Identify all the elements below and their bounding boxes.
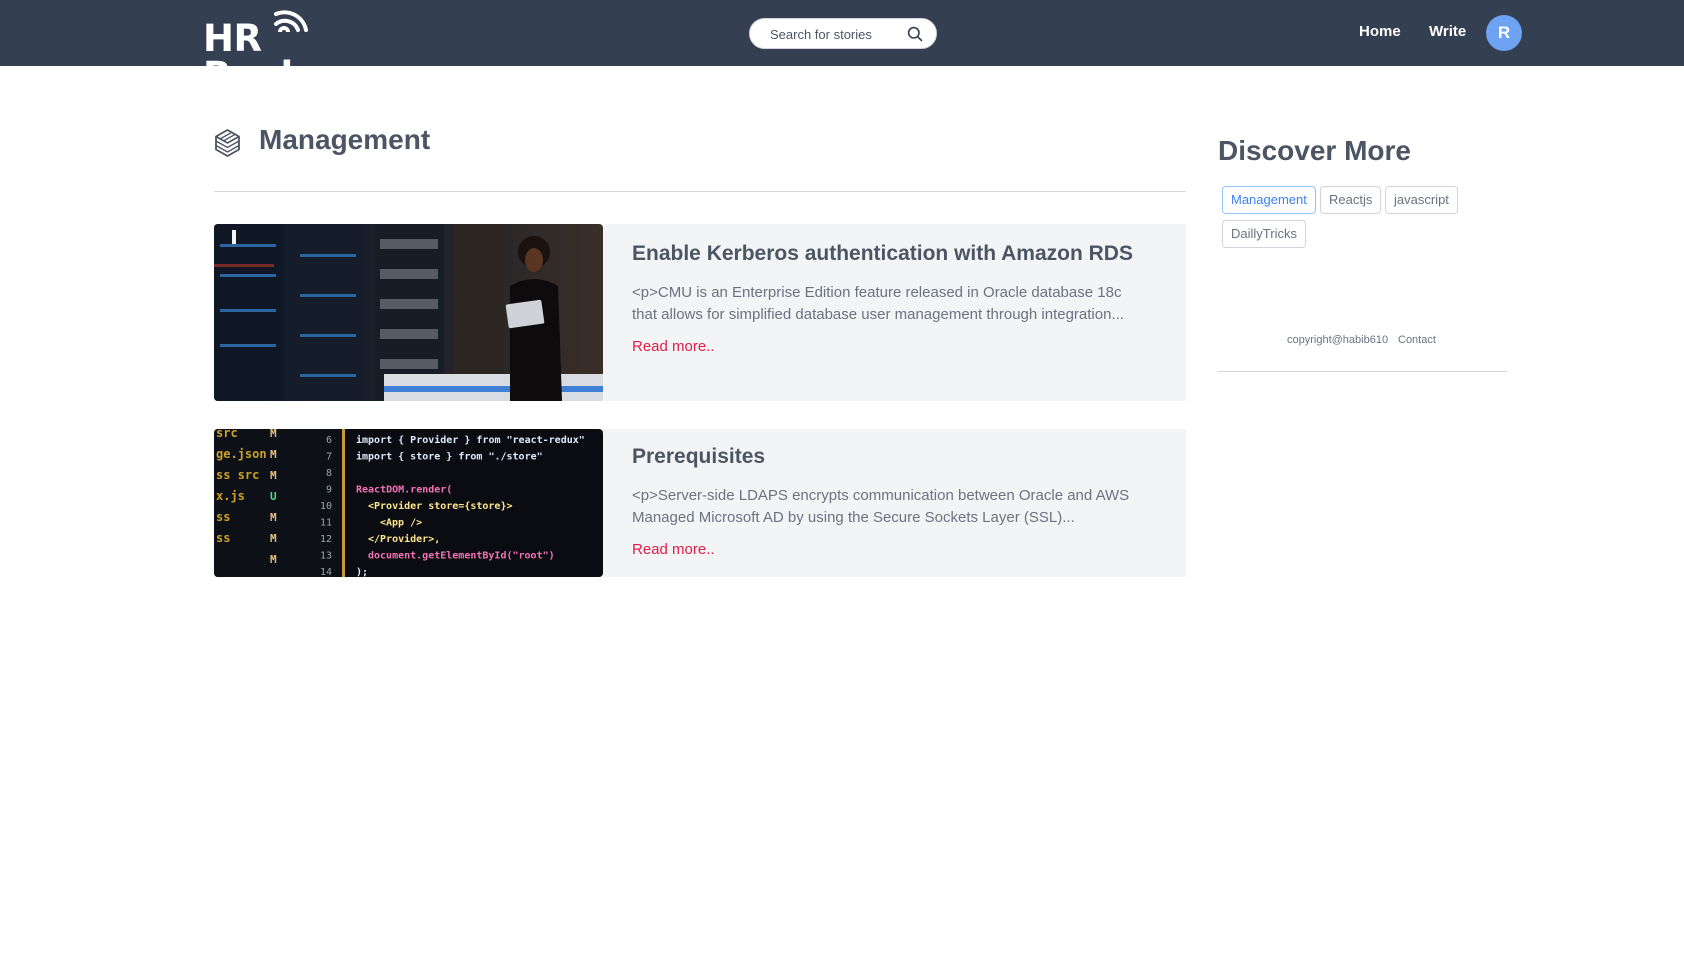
svg-text:M: M <box>270 469 277 482</box>
footer-copyright: copyright@habib610 <box>1287 334 1389 346</box>
post-body: Prerequisites <p>Server-side LDAPS encry… <box>632 429 1146 559</box>
svg-text:ss src: ss src <box>216 468 259 482</box>
post-excerpt: <p>CMU is an Enterprise Edition feature … <box>632 284 1124 323</box>
user-avatar[interactable]: R <box>1486 15 1522 51</box>
svg-text:10: 10 <box>320 501 332 512</box>
svg-text:11: 11 <box>320 518 332 529</box>
footer-contact-link[interactable]: Contact <box>1398 334 1436 346</box>
tag-daillytricks[interactable]: DaillyTricks <box>1222 220 1306 248</box>
sidebar-title: Discover More <box>1218 135 1411 166</box>
post-thumbnail-code-editor[interactable]: src Mge.json Mss src Mx.js Uss Mss M M 6 import … <box>214 429 603 577</box>
svg-text:U: U <box>270 490 277 503</box>
svg-text:<Provider store={store}>: <Provider store={store}> <box>368 500 513 512</box>
code-line: 8 <box>326 468 332 479</box>
svg-text:14: 14 <box>320 567 332 577</box>
svg-text:7: 7 <box>326 452 332 463</box>
site-logo[interactable]: HR Books <box>203 6 393 94</box>
read-more-link[interactable]: Read more.. <box>632 541 715 558</box>
search-icon[interactable] <box>907 26 923 42</box>
code-line: 7 import { store } from "./store" <box>326 451 543 463</box>
read-more-link[interactable]: Read more.. <box>632 338 715 355</box>
tag-javascript[interactable]: javascript <box>1385 186 1458 214</box>
post-thumbnail-server-room[interactable] <box>214 224 603 401</box>
post-title[interactable]: Prerequisites <box>632 443 1146 471</box>
svg-text:<App />: <App /> <box>380 518 422 529</box>
svg-text:M: M <box>270 511 277 524</box>
nav-write-link[interactable]: Write <box>1429 23 1466 40</box>
post-excerpt: <p>Server-side LDAPS encrypts communicat… <box>632 487 1130 526</box>
svg-text:M: M <box>270 448 277 461</box>
svg-text:M: M <box>270 532 277 545</box>
top-navbar: HR Books Home Write R <box>0 0 1684 94</box>
search-input[interactable] <box>770 25 900 43</box>
post-body: Enable Kerberos authentication with Amaz… <box>632 224 1146 356</box>
post-title[interactable]: Enable Kerberos authentication with Amaz… <box>632 240 1146 268</box>
svg-text:src: src <box>216 429 238 440</box>
title-divider <box>214 191 1186 192</box>
page-title: Management <box>259 124 431 155</box>
code-line: 6 import { Provider } from "react-redux" <box>326 434 585 446</box>
svg-text:import { store } from "./store: import { store } from "./store" <box>356 451 543 463</box>
svg-text:8: 8 <box>326 468 332 479</box>
svg-text:9: 9 <box>326 485 332 496</box>
svg-text:12: 12 <box>320 534 332 545</box>
svg-text:ss: ss <box>216 510 230 524</box>
svg-text:M: M <box>270 429 277 440</box>
svg-text:</Provider>,: </Provider>, <box>368 533 440 545</box>
svg-text:6: 6 <box>326 435 332 446</box>
post-card[interactable]: Enable Kerberos authentication with Amaz… <box>214 224 1186 401</box>
svg-text:import { Provider } from "reac: import { Provider } from "react-redux" <box>356 434 585 446</box>
post-card[interactable]: src Mge.json Mss src Mx.js Uss Mss M M 6 import … <box>214 429 1186 577</box>
svg-text:x.js: x.js <box>216 489 245 503</box>
svg-text:ReactDOM.render(: ReactDOM.render( <box>356 485 452 496</box>
svg-text:ge.json: ge.json <box>216 447 267 461</box>
svg-text:13: 13 <box>320 551 332 562</box>
svg-text:ss: ss <box>216 531 230 545</box>
svg-text:M: M <box>270 553 277 566</box>
nav-home-link[interactable]: Home <box>1359 23 1401 40</box>
tag-management[interactable]: Management <box>1222 186 1316 214</box>
code-file-entry: M <box>270 553 277 566</box>
search-bar <box>749 18 937 49</box>
svg-text:);: ); <box>356 567 368 577</box>
footer-divider <box>1218 371 1507 372</box>
svg-text:document.getElementById("root": document.getElementById("root") <box>368 551 555 562</box>
category-stack-icon <box>215 129 240 157</box>
tag-reactjs[interactable]: Reactjs <box>1320 186 1382 214</box>
logo-text: HR Books <box>203 17 327 97</box>
